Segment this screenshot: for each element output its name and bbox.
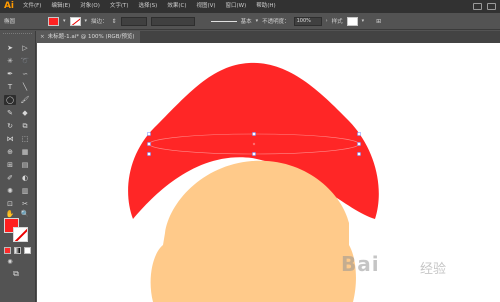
- screen-mode-icon[interactable]: ⧉: [10, 269, 22, 279]
- selection-type-label: 椭圆: [4, 19, 16, 25]
- paintbrush-tool-icon[interactable]: 🖌: [19, 95, 31, 105]
- gradient-tool-icon[interactable]: ▤: [19, 160, 31, 170]
- watermark-suffix: 经验: [420, 262, 447, 277]
- handle-top-left: [147, 132, 151, 136]
- chevron-down-icon[interactable]: ▾: [85, 18, 88, 24]
- handle-top-right: [357, 132, 361, 136]
- symbol-sprayer-tool-icon[interactable]: ✺: [4, 186, 16, 196]
- center-point: [252, 142, 256, 146]
- line-tool-icon[interactable]: ╲: [19, 82, 31, 92]
- rotate-tool-icon[interactable]: ↻: [4, 121, 16, 131]
- panel-grip[interactable]: [3, 33, 32, 38]
- app-logo: Ai: [3, 1, 15, 11]
- column-graph-tool-icon[interactable]: ▥: [19, 186, 31, 196]
- chevron-right-icon[interactable]: ›: [326, 18, 328, 24]
- menu-type[interactable]: 文字(T): [105, 0, 134, 13]
- control-bar: 椭圆 ▾ ▾ 描边： ⇕ 基本 ▾ 不透明度： 100% › 样式 ▾ ⊞: [0, 13, 500, 30]
- handle-bottom-right: [357, 152, 361, 156]
- pencil-tool-icon[interactable]: ✎: [4, 108, 16, 118]
- stroke-profile-line: [210, 20, 237, 22]
- close-icon[interactable]: ×: [40, 34, 45, 40]
- gradient-mode-icon[interactable]: [14, 247, 21, 254]
- artboard-tool-icon[interactable]: ⊡: [4, 199, 16, 209]
- curvature-tool-icon[interactable]: ∽: [19, 69, 31, 79]
- tools-panel: ➤ ▷ ✳ ➰ ✒ ∽ T ╲ ◯ 🖌 ✎ ◆ ↻ ⧉ ⋈ ⬚ ⊕ ▦ ⊞ ▤ …: [0, 31, 36, 302]
- arrange-documents-icon[interactable]: [487, 3, 496, 10]
- chevron-down-icon[interactable]: ▾: [256, 18, 259, 24]
- stroke-swatch[interactable]: [69, 16, 81, 26]
- zoom-tool-icon[interactable]: 🔍: [19, 209, 31, 219]
- slice-tool-icon[interactable]: ✂: [19, 199, 31, 209]
- watermark-logo: Bai: [341, 252, 380, 276]
- scale-tool-icon[interactable]: ⧉: [19, 121, 31, 131]
- document-tab[interactable]: × 未标题-1.ai* @ 100% (RGB/预览): [36, 31, 140, 43]
- fill-swatch[interactable]: [48, 16, 59, 26]
- graphic-style-swatch[interactable]: [346, 16, 358, 26]
- document-tab-title: 未标题-1.ai* @ 100% (RGB/预览): [47, 34, 135, 40]
- mesh-tool-icon[interactable]: ⊞: [4, 160, 16, 170]
- stroke-style-label[interactable]: 基本: [241, 17, 252, 25]
- opacity-field[interactable]: 100%: [293, 16, 322, 26]
- handle-top-center: [252, 132, 256, 136]
- menu-object[interactable]: 对象(O): [75, 0, 105, 13]
- handle-middle-left: [147, 142, 151, 146]
- bridge-icon[interactable]: [473, 3, 482, 10]
- chevron-down-icon[interactable]: ▾: [63, 18, 66, 24]
- shape-builder-tool-icon[interactable]: ⊕: [4, 147, 16, 157]
- magic-wand-tool-icon[interactable]: ✳: [4, 56, 16, 66]
- menu-view[interactable]: 视图(V): [191, 0, 220, 13]
- width-tool-icon[interactable]: ⋈: [4, 134, 16, 144]
- selection-tool-icon[interactable]: ➤: [4, 43, 16, 53]
- draw-mode-icon[interactable]: ◉: [4, 257, 16, 267]
- stroke-color-swatch[interactable]: [13, 227, 28, 242]
- ellipse-tool-icon[interactable]: ◯: [4, 95, 16, 105]
- eraser-tool-icon[interactable]: ◆: [19, 108, 31, 118]
- type-tool-icon[interactable]: T: [4, 82, 16, 92]
- stroke-label: 描边：: [91, 19, 108, 25]
- stroke-weight-stepper[interactable]: ⇕: [112, 18, 117, 25]
- workspace-controls: [473, 3, 500, 10]
- blend-tool-icon[interactable]: ◐: [19, 173, 31, 183]
- menu-help[interactable]: 帮助(H): [251, 0, 280, 13]
- menu-window[interactable]: 窗口(W): [221, 0, 252, 13]
- perspective-grid-tool-icon[interactable]: ▦: [19, 147, 31, 157]
- handle-bottom-center: [252, 152, 256, 156]
- direct-selection-tool-icon[interactable]: ▷: [19, 43, 31, 53]
- style-label: 样式: [331, 19, 343, 25]
- handle-bottom-left: [147, 152, 151, 156]
- none-mode-icon[interactable]: [24, 247, 31, 254]
- document-tab-bar: × 未标题-1.ai* @ 100% (RGB/预览): [36, 31, 500, 43]
- menu-file[interactable]: 文件(F): [18, 0, 46, 13]
- opacity-label: 不透明度：: [262, 19, 290, 25]
- pen-tool-icon[interactable]: ✒: [4, 69, 16, 79]
- lasso-tool-icon[interactable]: ➰: [19, 56, 31, 66]
- stroke-weight-field[interactable]: [120, 16, 147, 26]
- eyedropper-tool-icon[interactable]: ✐: [4, 173, 16, 183]
- color-mode-icon[interactable]: [4, 247, 11, 254]
- align-icon[interactable]: ⊞: [376, 18, 381, 25]
- chevron-down-icon[interactable]: ▾: [362, 18, 365, 24]
- menu-effect[interactable]: 效果(C): [162, 0, 191, 13]
- menu-bar: Ai 文件(F) 编辑(E) 对象(O) 文字(T) 选择(S) 效果(C) 视…: [0, 0, 500, 13]
- menu-edit[interactable]: 编辑(E): [46, 0, 75, 13]
- main-menu: 文件(F) 编辑(E) 对象(O) 文字(T) 选择(S) 效果(C) 视图(V…: [18, 0, 281, 13]
- variable-width-field[interactable]: [150, 16, 195, 26]
- handle-middle-right: [357, 142, 361, 146]
- menu-select[interactable]: 选择(S): [134, 0, 163, 13]
- free-transform-tool-icon[interactable]: ⬚: [19, 134, 31, 144]
